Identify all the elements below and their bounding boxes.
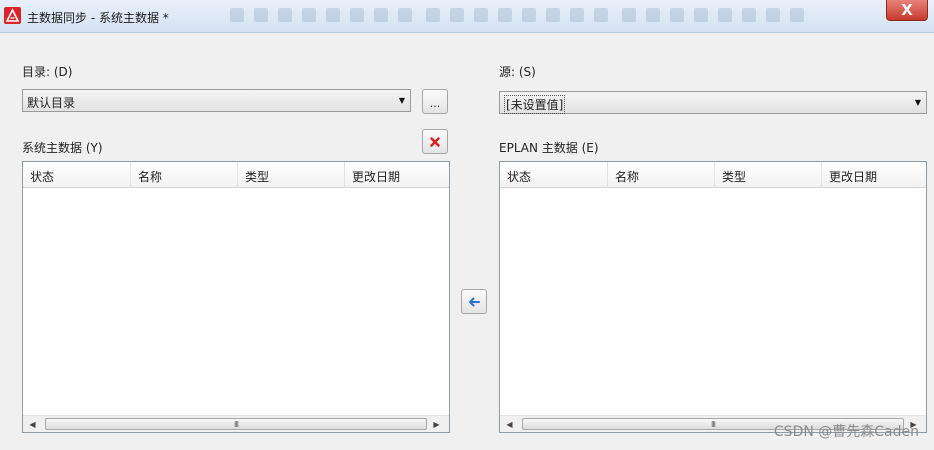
column-header-name[interactable]: 名称 — [131, 162, 238, 188]
eplan-app-icon — [4, 7, 21, 24]
column-header-status[interactable]: 状态 — [500, 162, 608, 188]
list-header: 状态 名称 类型 更改日期 — [500, 162, 926, 188]
x-icon — [430, 136, 440, 147]
caret-down-icon: ▼ — [914, 98, 922, 107]
delete-button[interactable] — [422, 129, 448, 154]
directory-label: 目录: (D) — [22, 65, 73, 79]
scroll-grip: III — [710, 420, 716, 429]
column-header-modified-date[interactable]: 更改日期 — [822, 162, 912, 188]
column-header-type[interactable]: 类型 — [238, 162, 345, 188]
scroll-left-icon[interactable]: ◀ — [505, 420, 514, 429]
source-value: [未设置值] — [504, 95, 566, 114]
close-icon: X — [901, 1, 913, 19]
scroll-grip: III — [233, 420, 239, 429]
column-header-status[interactable]: 状态 — [23, 162, 131, 188]
background-toolbar — [230, 7, 850, 25]
arrow-left-icon — [469, 297, 480, 306]
eplan-master-data-list[interactable]: 状态 名称 类型 更改日期 ◀ III ▶ — [499, 161, 927, 433]
column-header-type[interactable]: 类型 — [715, 162, 822, 188]
browse-label: ... — [429, 97, 441, 110]
scroll-right-icon[interactable]: ▶ — [432, 420, 441, 429]
system-master-data-list[interactable]: 状态 名称 类型 更改日期 ◀ III ▶ — [22, 161, 450, 433]
transfer-button[interactable] — [461, 289, 487, 314]
title-bar: 主数据同步 - 系统主数据 * X — [0, 0, 934, 33]
close-button[interactable]: X — [886, 0, 928, 21]
caret-down-icon: ▼ — [398, 96, 406, 105]
scroll-left-icon[interactable]: ◀ — [28, 420, 37, 429]
list-header: 状态 名称 类型 更改日期 — [23, 162, 449, 188]
directory-combo[interactable]: 默认目录 ▼ — [22, 89, 411, 112]
source-label: 源: (S) — [499, 65, 536, 79]
directory-value: 默认目录 — [27, 96, 76, 110]
horizontal-scrollbar[interactable]: ◀ III ▶ — [23, 415, 449, 432]
column-header-name[interactable]: 名称 — [608, 162, 715, 188]
browse-button[interactable]: ... — [422, 89, 448, 114]
eplan-master-data-label: EPLAN 主数据 (E) — [499, 141, 599, 155]
scroll-thumb[interactable]: III — [45, 418, 427, 430]
source-combo[interactable]: [未设置值] ▼ — [499, 91, 927, 114]
column-header-modified-date[interactable]: 更改日期 — [345, 162, 435, 188]
window-title: 主数据同步 - 系统主数据 * — [27, 11, 169, 25]
system-master-data-label: 系统主数据 (Y) — [22, 141, 103, 155]
watermark: CSDN @曹先森Caden — [773, 424, 919, 440]
